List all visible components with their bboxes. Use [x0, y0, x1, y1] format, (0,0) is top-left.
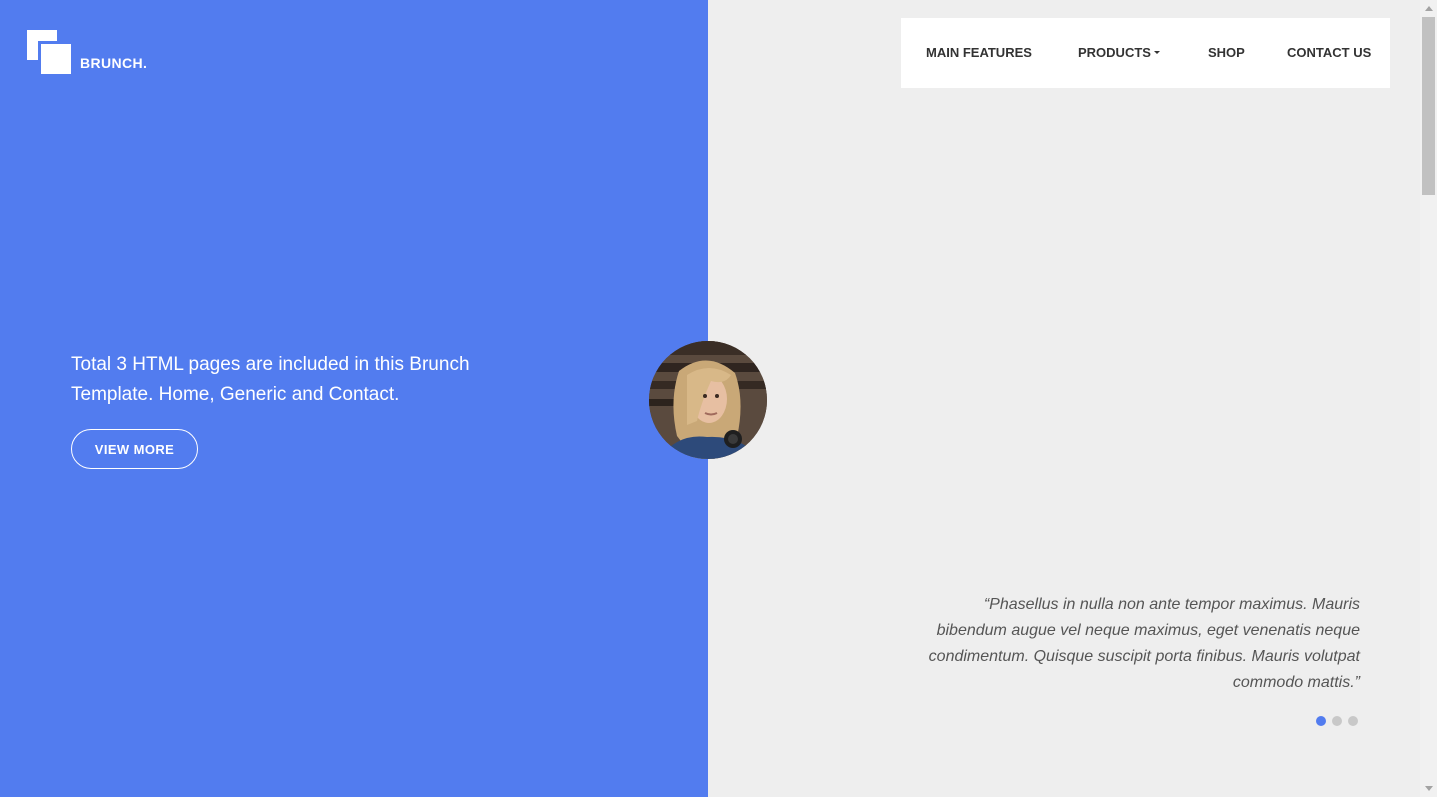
testimonial-quote: “Phasellus in nulla non ante tempor maxi… — [928, 596, 1360, 691]
carousel-dot-2[interactable] — [1332, 716, 1342, 726]
vertical-scrollbar[interactable] — [1420, 0, 1437, 797]
view-more-button[interactable]: VIEW MORE — [71, 429, 198, 469]
carousel-dot-3[interactable] — [1348, 716, 1358, 726]
scroll-up-icon[interactable] — [1425, 6, 1433, 11]
nav-products-label: PRODUCTS — [1078, 45, 1151, 60]
nav-main-features[interactable]: MAIN FEATURES — [926, 18, 1032, 88]
avatar — [649, 341, 767, 459]
brand-logo[interactable]: BRUNCH. — [27, 30, 187, 76]
hero-description: Total 3 HTML pages are included in this … — [71, 354, 470, 405]
brand-name: BRUNCH. — [80, 55, 148, 71]
main-navigation: MAIN FEATURES PRODUCTS SHOP CONTACT US — [901, 18, 1390, 88]
carousel-dot-1[interactable] — [1316, 716, 1326, 726]
caret-down-icon — [1153, 51, 1160, 55]
brunch-logo-icon — [27, 30, 71, 74]
nav-shop[interactable]: SHOP — [1208, 18, 1245, 88]
scroll-down-icon[interactable] — [1425, 786, 1433, 791]
nav-contact-us[interactable]: CONTACT US — [1287, 18, 1371, 88]
nav-products[interactable]: PRODUCTS — [1078, 18, 1160, 88]
scrollbar-thumb[interactable] — [1422, 17, 1435, 195]
